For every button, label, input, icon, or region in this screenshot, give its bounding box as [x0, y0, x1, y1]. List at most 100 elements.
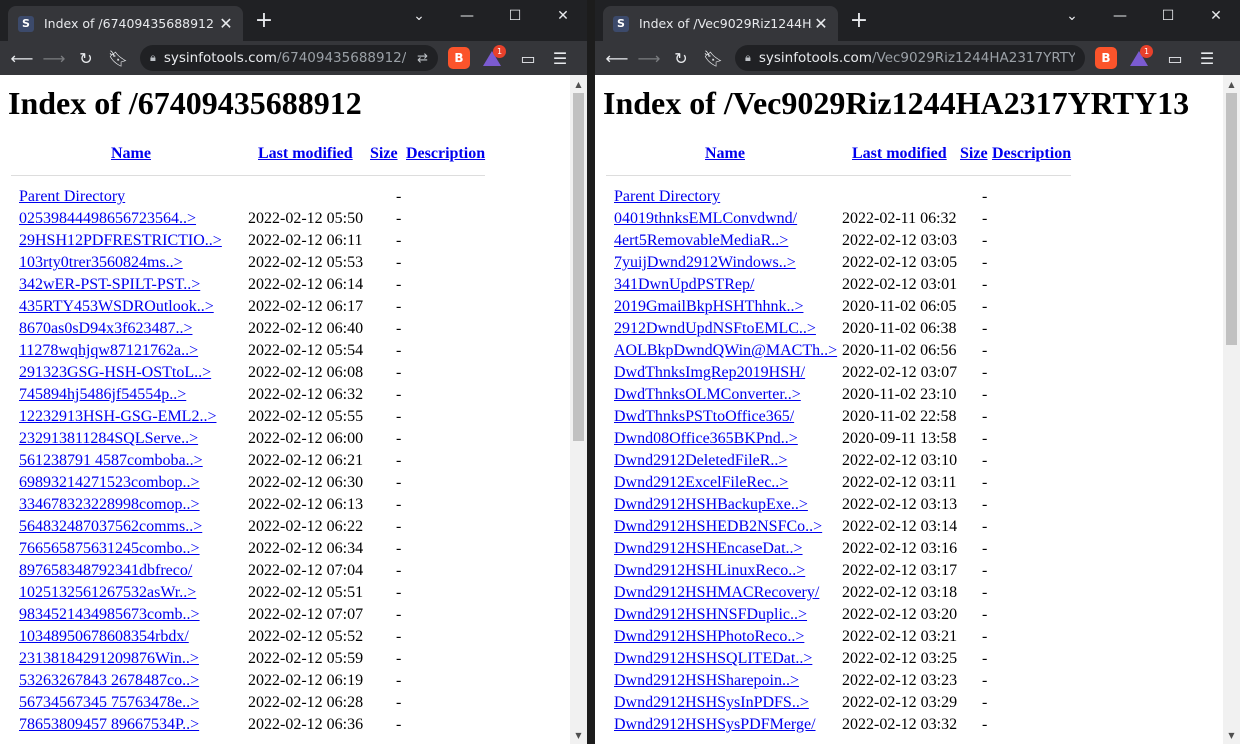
entry-link[interactable]: 2019GmailBkpHSHThhnk..>	[614, 298, 803, 316]
entry-link[interactable]: 11278wqhjqw87121762a..>	[19, 342, 198, 360]
entry-link[interactable]: 23138184291209876Win..>	[19, 650, 199, 668]
new-tab-button[interactable]: +	[848, 10, 870, 32]
maximize-icon[interactable]: ☐	[491, 0, 539, 32]
entry-link[interactable]: 04019thnksEMLConvdwnd/	[614, 210, 797, 228]
scroll-thumb[interactable]	[573, 93, 584, 441]
lock-icon[interactable]: 🔒︎	[745, 51, 751, 65]
maximize-icon[interactable]: ☐	[1144, 0, 1192, 32]
scroll-up-icon[interactable]: ▲	[1223, 77, 1240, 91]
entry-link[interactable]: Dwnd2912HSHSQLITEDat..>	[614, 650, 812, 668]
close-window-icon[interactable]: ✕	[1192, 0, 1240, 32]
entry-link[interactable]: 12232913HSH-GSG-EML2..>	[19, 408, 216, 426]
entry-link[interactable]: 02539844498656723564..>	[19, 210, 196, 228]
scroll-up-icon[interactable]: ▲	[570, 77, 587, 91]
parent-directory-link[interactable]: Parent Directory	[19, 188, 125, 206]
entry-link[interactable]: Dwnd2912HSHPhotoReco..>	[614, 628, 804, 646]
column-last-modified-header[interactable]: Last modified	[852, 145, 947, 163]
back-arrow-icon[interactable]: ⟵	[601, 44, 633, 72]
entry-link[interactable]: DwdThnksOLMConverter..>	[614, 386, 801, 404]
active-tab[interactable]: S Index of /Vec9029Riz1244HA2317 ✕	[603, 6, 838, 41]
tab-search-icon[interactable]: ⌄	[1048, 0, 1096, 32]
active-tab[interactable]: S Index of /67409435688912 ✕	[8, 6, 243, 41]
entry-link[interactable]: 9834521434985673comb..>	[19, 606, 200, 624]
tab-close-icon[interactable]: ✕	[812, 14, 830, 33]
menu-icon[interactable]: ☰	[544, 44, 576, 72]
minimize-icon[interactable]: —	[443, 0, 491, 32]
entry-link[interactable]: Dwnd2912DeletedFileR..>	[614, 452, 787, 470]
entry-link[interactable]: 56734567345 75763478e..>	[19, 694, 199, 712]
address-bar[interactable]: 🔒︎ sysinfotools.com /Vec9029Riz1244HA231…	[735, 45, 1085, 71]
column-name-header[interactable]: Name	[705, 145, 745, 163]
entry-link[interactable]: 342wER-PST-SPILT-PST..>	[19, 276, 200, 294]
forward-arrow-icon[interactable]: ⟶	[38, 44, 70, 72]
brave-shields-icon[interactable]: B	[1095, 47, 1117, 69]
brave-rewards-icon[interactable]: 1	[1125, 44, 1153, 72]
entry-link[interactable]: AOLBkpDwndQWin@MACTh..>	[614, 342, 837, 360]
entry-link[interactable]: DwdThnksPSTtoOffice365/	[614, 408, 794, 426]
entry-link[interactable]: 29HSH12PDFRESTRICTIO..>	[19, 232, 222, 250]
wallet-icon[interactable]: ▭	[512, 44, 544, 72]
brave-rewards-icon[interactable]: 1	[478, 44, 506, 72]
bookmark-icon[interactable]: 🔖︎	[102, 44, 134, 72]
brave-shields-icon[interactable]: B	[448, 47, 470, 69]
entry-link[interactable]: Dwnd2912HSHSharepoin..>	[614, 672, 799, 690]
column-description-header[interactable]: Description	[992, 145, 1071, 163]
entry-link[interactable]: Dwnd2912ExcelFileRec..>	[614, 474, 788, 492]
entry-link[interactable]: Dwnd2912HSHBackupExe..>	[614, 496, 808, 514]
column-name-header[interactable]: Name	[111, 145, 151, 163]
minimize-icon[interactable]: —	[1096, 0, 1144, 32]
entry-link[interactable]: 435RTY453WSDROutlook..>	[19, 298, 214, 316]
entry-link[interactable]: 69893214271523combop..>	[19, 474, 200, 492]
tab-close-icon[interactable]: ✕	[217, 14, 235, 33]
entry-link[interactable]: 7yuijDwnd2912Windows..>	[614, 254, 796, 272]
scroll-thumb[interactable]	[1226, 93, 1237, 345]
entry-link[interactable]: 561238791 4587comboba..>	[19, 452, 203, 470]
entry-link[interactable]: Dwnd2912HSHSysPDFMerge/	[614, 716, 816, 734]
entry-link[interactable]: 2912DwndUpdNSFtoEMLC..>	[614, 320, 816, 338]
entry-link[interactable]: 232913811284SQLServe..>	[19, 430, 198, 448]
tab-search-icon[interactable]: ⌄	[395, 0, 443, 32]
new-tab-button[interactable]: +	[253, 10, 275, 32]
entry-link[interactable]: Dwnd2912HSHNSFDuplic..>	[614, 606, 807, 624]
vertical-scrollbar[interactable]: ▲ ▼	[1223, 75, 1240, 744]
entry-link[interactable]: 291323GSG-HSH-OSTtoL..>	[19, 364, 211, 382]
wallet-icon[interactable]: ▭	[1159, 44, 1191, 72]
column-last-modified-header[interactable]: Last modified	[258, 145, 353, 163]
entry-link[interactable]: Dwnd2912HSHSysInPDFS..>	[614, 694, 809, 712]
entry-link[interactable]: 766565875631245combo..>	[19, 540, 200, 558]
column-size-header[interactable]: Size	[370, 145, 398, 163]
bookmark-icon[interactable]: 🔖︎	[697, 44, 729, 72]
forward-arrow-icon[interactable]: ⟶	[633, 44, 665, 72]
menu-icon[interactable]: ☰	[1191, 44, 1223, 72]
entry-link[interactable]: 897658348792341dbfreco/	[19, 562, 192, 580]
back-arrow-icon[interactable]: ⟵	[6, 44, 38, 72]
entry-link[interactable]: 10348950678608354rbdx/	[19, 628, 189, 646]
entry-link[interactable]: 334678323228998comop..>	[19, 496, 200, 514]
entry-link[interactable]: Dwnd2912HSHLinuxReco..>	[614, 562, 805, 580]
entry-link[interactable]: Dwnd2912HSHEncaseDat..>	[614, 540, 803, 558]
entry-link[interactable]: Dwnd2912HSHEDB2NSFCo..>	[614, 518, 822, 536]
entry-link[interactable]: 564832487037562comms..>	[19, 518, 202, 536]
parent-directory-link[interactable]: Parent Directory	[614, 188, 720, 206]
reload-icon[interactable]: ↻	[70, 44, 102, 72]
entry-link[interactable]: 103rty0trer3560824ms..>	[19, 254, 183, 272]
entry-link[interactable]: Dwnd08Office365BKPnd..>	[614, 430, 798, 448]
column-description-header[interactable]: Description	[406, 145, 485, 163]
entry-link[interactable]: 4ert5RemovableMediaR..>	[614, 232, 788, 250]
entry-link[interactable]: 341DwnUpdPSTRep/	[614, 276, 754, 294]
entry-link[interactable]: 1025132561267532asWr..>	[19, 584, 196, 602]
entry-link[interactable]: 8670as0sD94x3f623487..>	[19, 320, 192, 338]
reload-icon[interactable]: ↻	[665, 44, 697, 72]
column-size-header[interactable]: Size	[960, 145, 988, 163]
entry-link[interactable]: 53263267843 2678487co..>	[19, 672, 199, 690]
entry-link[interactable]: 745894hj5486jf54554p..>	[19, 386, 186, 404]
scroll-down-icon[interactable]: ▼	[570, 728, 587, 742]
address-bar[interactable]: 🔒︎ sysinfotools.com /67409435688912/ ⇄	[140, 45, 438, 71]
close-window-icon[interactable]: ✕	[539, 0, 587, 32]
entry-link[interactable]: Dwnd2912HSHMACRecovery/	[614, 584, 819, 602]
vertical-scrollbar[interactable]: ▲ ▼	[570, 75, 587, 744]
entry-link[interactable]: DwdThnksImgRep2019HSH/	[614, 364, 805, 382]
scroll-down-icon[interactable]: ▼	[1223, 728, 1240, 742]
translate-icon[interactable]: ⇄	[409, 51, 428, 66]
entry-link[interactable]: 78653809457 89667534P..>	[19, 716, 199, 734]
